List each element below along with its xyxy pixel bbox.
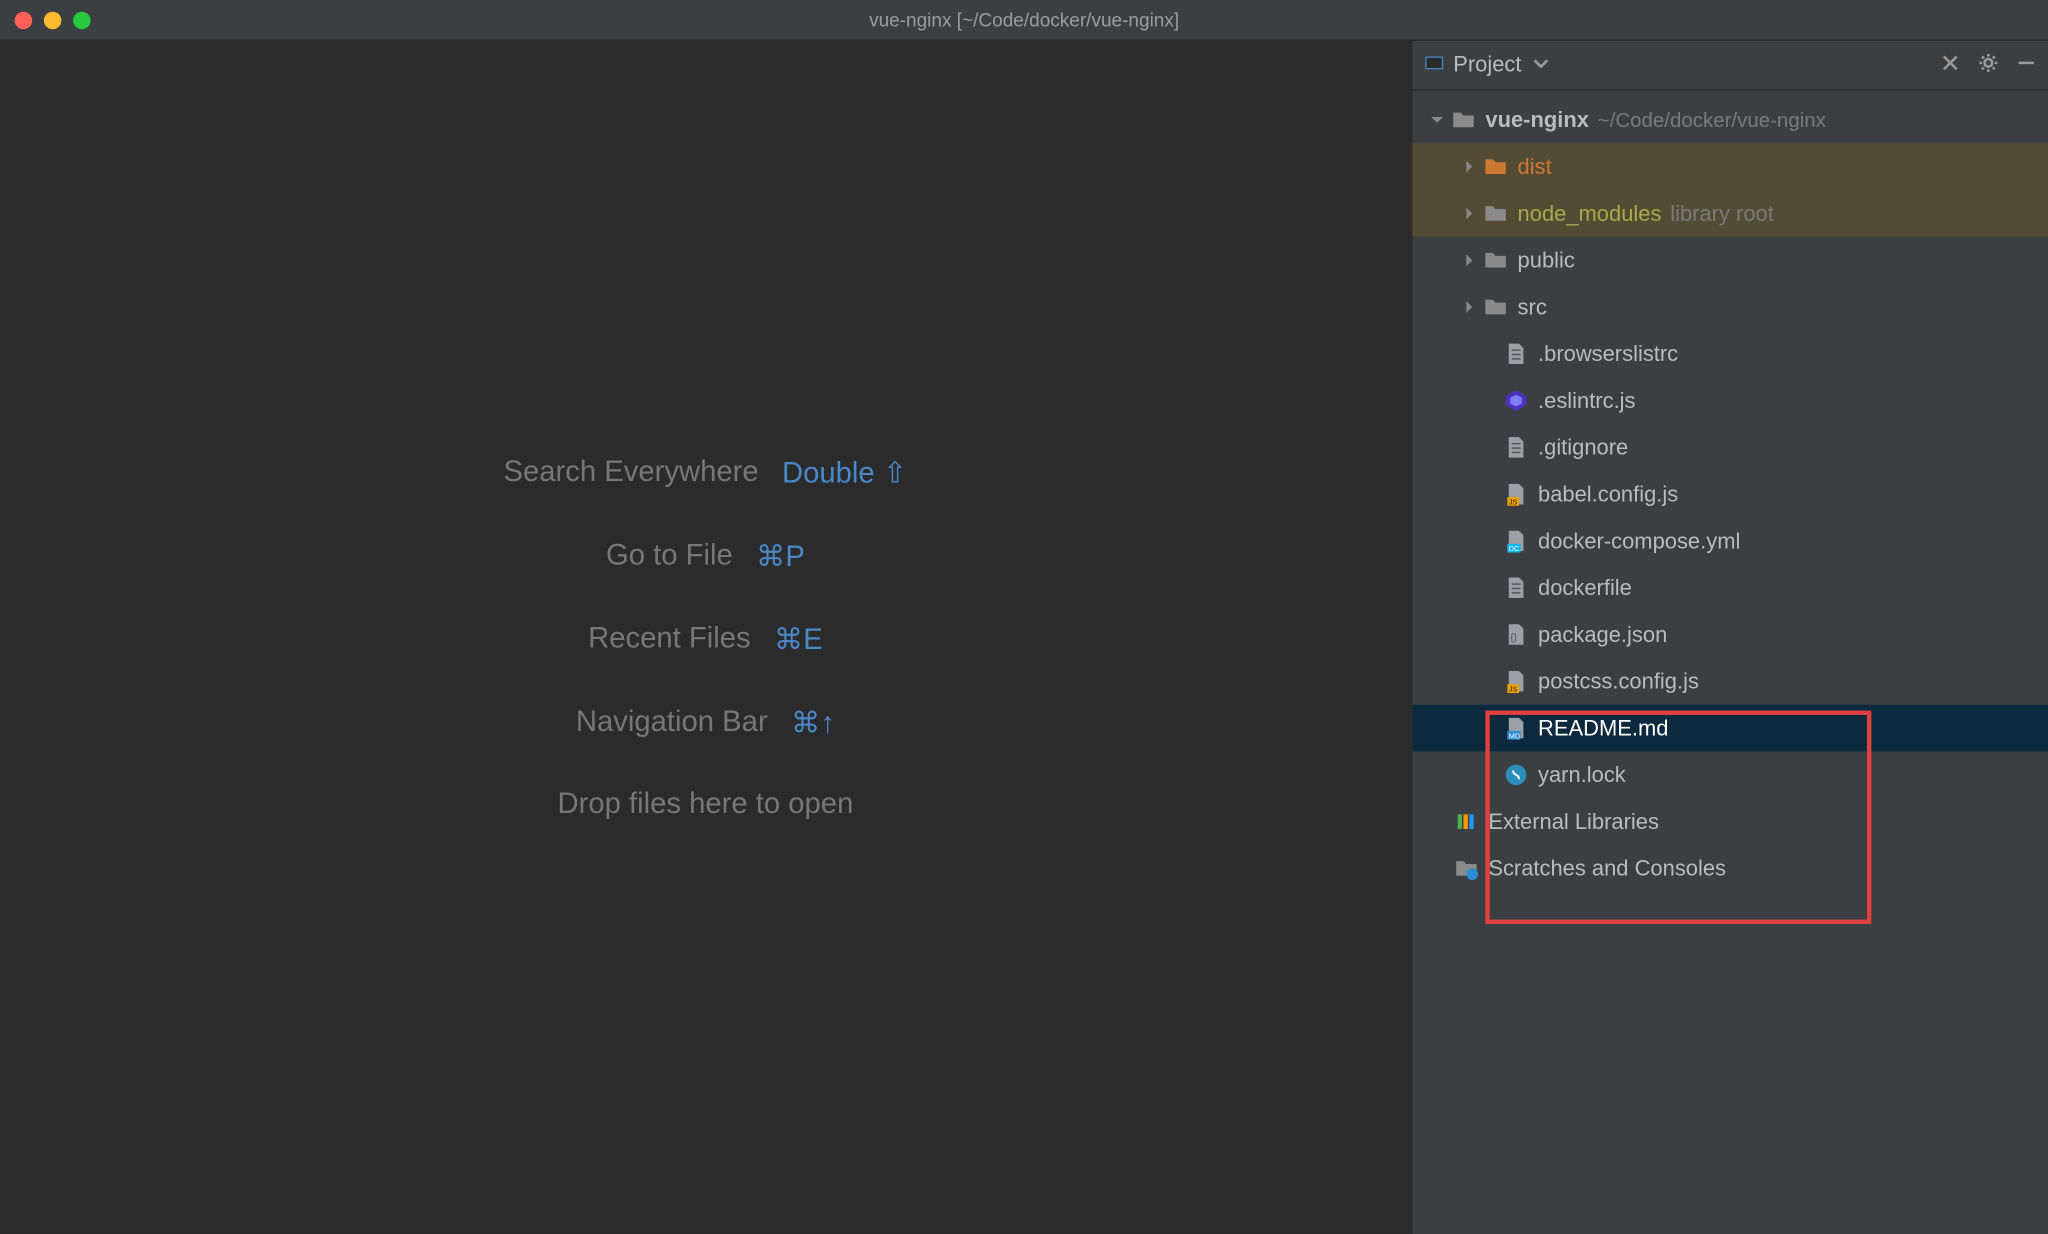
hint-navigation-bar-shortcut: ⌘↑: [791, 704, 835, 741]
tree-file[interactable]: DC docker-compose.yml: [1412, 518, 2048, 565]
tree-file-name: babel.config.js: [1538, 482, 1678, 507]
tree-extra[interactable]: Scratches and Consoles: [1412, 845, 2048, 892]
tree-file[interactable]: {} package.json: [1412, 611, 2048, 658]
tree-file-name: .browserslistrc: [1538, 341, 1678, 366]
scratches-icon: [1453, 855, 1479, 881]
project-view-selector[interactable]: Project: [1424, 52, 1551, 78]
tree-file[interactable]: .gitignore: [1412, 424, 2048, 471]
hint-recent-files-shortcut: ⌘E: [774, 621, 823, 658]
tree-folder[interactable]: public: [1412, 237, 2048, 284]
file-icon: [1503, 387, 1529, 413]
tree-folder[interactable]: dist: [1412, 143, 2048, 190]
svg-text:{}: {}: [1510, 632, 1517, 643]
svg-text:DC: DC: [1509, 544, 1520, 552]
editor-empty-placeholder[interactable]: Search Everywhere Double ⇧ Go to File ⌘P…: [0, 41, 1411, 1234]
file-icon: DC: [1503, 528, 1529, 554]
folder-icon: [1482, 200, 1508, 226]
window-titlebar: vue-nginx [~/Code/docker/vue-nginx]: [0, 0, 2048, 41]
file-icon: [1503, 575, 1529, 601]
tree-file-name: package.json: [1538, 622, 1667, 647]
window-zoom-button[interactable]: [73, 11, 91, 29]
folder-icon: [1482, 247, 1508, 273]
tree-file-name: README.md: [1538, 716, 1668, 741]
file-icon: {}: [1503, 621, 1529, 647]
tree-folder-name: src: [1518, 295, 1547, 320]
libraries-icon: [1453, 808, 1479, 834]
project-view-label: Project: [1453, 53, 1521, 78]
tree-folder-name: public: [1518, 248, 1575, 273]
project-pane-icon: [1424, 52, 1444, 78]
tree-root-path: ~/Code/docker/vue-nginx: [1598, 108, 1826, 131]
tree-file-name: yarn.lock: [1538, 762, 1626, 787]
scroll-from-source-icon[interactable]: [1940, 52, 1960, 78]
tree-file[interactable]: JS babel.config.js: [1412, 471, 2048, 518]
hide-button-icon[interactable]: [2016, 52, 2036, 78]
tree-file[interactable]: JS postcss.config.js: [1412, 658, 2048, 705]
project-tree[interactable]: vue-nginx ~/Code/docker/vue-nginx dist no…: [1412, 91, 2048, 1234]
hint-go-to-file: Go to File: [606, 539, 733, 573]
svg-text:MD: MD: [1509, 731, 1520, 739]
tree-folder-name: dist: [1518, 154, 1552, 179]
tree-file-name: .eslintrc.js: [1538, 388, 1635, 413]
expand-arrow-right-icon[interactable]: [1456, 300, 1482, 315]
folder-icon: [1482, 154, 1508, 180]
tree-file[interactable]: dockerfile: [1412, 564, 2048, 611]
gear-icon[interactable]: [1978, 52, 1998, 78]
tree-file-name: .gitignore: [1538, 435, 1628, 460]
hint-search-everywhere: Search Everywhere: [503, 455, 758, 489]
tree-file[interactable]: .browserslistrc: [1412, 330, 2048, 377]
expand-arrow-down-icon[interactable]: [1424, 113, 1450, 128]
expand-arrow-right-icon[interactable]: [1456, 159, 1482, 174]
hint-drop-files: Drop files here to open: [558, 787, 854, 821]
tree-file[interactable]: MD README.md: [1412, 705, 2048, 752]
hint-recent-files: Recent Files: [588, 622, 751, 656]
hint-search-everywhere-shortcut: Double ⇧: [782, 454, 907, 491]
tree-folder-hint: library root: [1670, 201, 1774, 226]
tree-folder[interactable]: node_modules library root: [1412, 190, 2048, 237]
chevron-down-icon: [1530, 52, 1550, 78]
tree-extra[interactable]: External Libraries: [1412, 798, 2048, 845]
tree-file-name: postcss.config.js: [1538, 669, 1699, 694]
tree-folder[interactable]: src: [1412, 284, 2048, 331]
tree-file-name: dockerfile: [1538, 575, 1632, 600]
tree-file[interactable]: .eslintrc.js: [1412, 377, 2048, 424]
hint-go-to-file-shortcut: ⌘P: [756, 537, 805, 574]
tree-extra-name: Scratches and Consoles: [1488, 856, 1726, 881]
file-icon: JS: [1503, 668, 1529, 694]
window-close-button[interactable]: [15, 11, 33, 29]
file-icon: JS: [1503, 481, 1529, 507]
tree-root-name: vue-nginx: [1485, 107, 1589, 132]
window-minimize-button[interactable]: [44, 11, 62, 29]
project-tool-window: Project: [1411, 41, 2048, 1234]
expand-arrow-right-icon[interactable]: [1456, 206, 1482, 221]
tree-folder-name: node_modules: [1518, 201, 1662, 226]
svg-text:JS: JS: [1509, 685, 1518, 693]
folder-icon: [1482, 294, 1508, 320]
tree-file-name: docker-compose.yml: [1538, 529, 1740, 554]
svg-text:JS: JS: [1509, 497, 1518, 505]
file-icon: [1503, 434, 1529, 460]
hint-navigation-bar: Navigation Bar: [576, 705, 768, 739]
tree-file[interactable]: yarn.lock: [1412, 751, 2048, 798]
folder-icon: [1450, 107, 1476, 133]
file-icon: MD: [1503, 715, 1529, 741]
file-icon: [1503, 762, 1529, 788]
expand-arrow-right-icon[interactable]: [1456, 253, 1482, 268]
tree-root[interactable]: vue-nginx ~/Code/docker/vue-nginx: [1412, 96, 2048, 143]
file-icon: [1503, 341, 1529, 367]
window-title: vue-nginx [~/Code/docker/vue-nginx]: [0, 9, 2048, 31]
tree-extra-name: External Libraries: [1488, 809, 1659, 834]
